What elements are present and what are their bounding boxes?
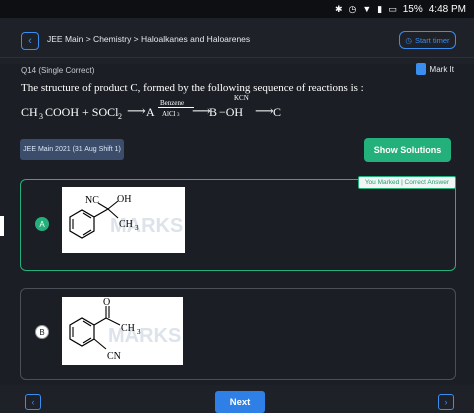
chevron-left-icon: ‹ xyxy=(28,35,32,47)
product-a: A xyxy=(146,105,155,119)
option-letter-a: A xyxy=(35,217,49,231)
mark-it-label: Mark It xyxy=(429,64,454,74)
option-b-structure: MARKS O CH 3 CN xyxy=(62,297,183,365)
show-solutions-button[interactable]: Show Solutions xyxy=(364,138,451,162)
product-c: C xyxy=(273,105,282,119)
option-b-watermark: MARKS xyxy=(108,325,181,347)
product-b: B xyxy=(209,105,218,119)
chevron-left-icon: ‹ xyxy=(31,397,35,407)
clock-time: 4:48 PM xyxy=(428,3,466,15)
option-letter-b: B xyxy=(35,325,49,339)
back-button[interactable]: ‹ xyxy=(21,32,39,50)
next-button[interactable]: Next xyxy=(215,391,265,413)
side-handle[interactable] xyxy=(0,216,4,236)
reagent-benzene: Benzene xyxy=(160,99,185,107)
option-a-ch3-sub: 3 xyxy=(135,224,139,232)
option-a-oh-label: OH xyxy=(117,194,131,205)
reagent-alcl: AlCl xyxy=(162,110,176,118)
reagent-alcl-sub: 3 xyxy=(177,113,180,118)
arrow-3: ⟶ xyxy=(255,103,274,118)
start-timer-label: Start timer xyxy=(414,35,450,45)
mark-it-button[interactable]: Mark It xyxy=(415,63,454,75)
chevron-right-icon: › xyxy=(444,397,448,407)
arrow-2: ⟶ xyxy=(192,103,211,118)
bluetooth-icon: ✱ xyxy=(334,3,343,14)
battery-icon: ▭ xyxy=(388,3,397,14)
option-a-molecule: MARKS NC OH CH 3 xyxy=(69,194,183,239)
option-b-ch3-sub: 3 xyxy=(137,328,141,336)
reagent-oh: −OH xyxy=(219,105,244,119)
reagent-line xyxy=(158,107,194,108)
bookmark-icon xyxy=(415,63,426,75)
reactant-sub3: 3 xyxy=(39,112,43,121)
wifi-icon: ▼ xyxy=(362,4,372,14)
alarm-icon: ◷ xyxy=(348,3,357,14)
option-b-ch3-label: CH xyxy=(121,323,135,334)
option-a-structure: MARKS NC OH CH 3 xyxy=(62,187,185,253)
arrow-1: ⟶ xyxy=(127,103,146,118)
breadcrumb: JEE Main > Chemistry > Haloalkanes and H… xyxy=(47,34,251,44)
question-text: The structure of product C, formed by th… xyxy=(21,82,364,94)
reactant-tail: COOH + SOCl xyxy=(45,105,119,119)
reactant-sub2: 2 xyxy=(118,112,122,121)
correct-answer-badge: You Marked | Correct Answer xyxy=(357,176,456,189)
exam-tag: JEE Main 2021 (31 Aug Shift 1) xyxy=(20,139,124,160)
forward-button[interactable]: › xyxy=(438,394,454,410)
option-a-ch3-label: CH xyxy=(119,219,133,230)
start-timer-button[interactable]: ◷ Start timer xyxy=(399,31,456,49)
option-b-o-label: O xyxy=(103,297,110,308)
option-b-molecule: MARKS O CH 3 CN xyxy=(69,297,181,362)
clock-icon: ◷ xyxy=(405,35,412,45)
question-number: Q14 (Single Correct) xyxy=(21,66,95,75)
battery-percent: 15% xyxy=(402,3,423,15)
status-bar: ✱ ◷ ▼ ▮ ▭ 15% 4:48 PM xyxy=(0,0,474,18)
previous-button[interactable]: ‹ xyxy=(25,394,41,410)
option-b-cn-label: CN xyxy=(107,351,121,362)
reaction-equation: CH 3 COOH + SOCl 2 ⟶ A Benzene AlCl 3 ⟶ … xyxy=(21,94,461,127)
reagent-kcn: KCN xyxy=(234,94,249,102)
header-divider xyxy=(0,57,474,58)
signal-icon: ▮ xyxy=(377,3,383,14)
option-a-nc-label: NC xyxy=(85,195,99,206)
reactant-ch: CH xyxy=(21,105,38,119)
